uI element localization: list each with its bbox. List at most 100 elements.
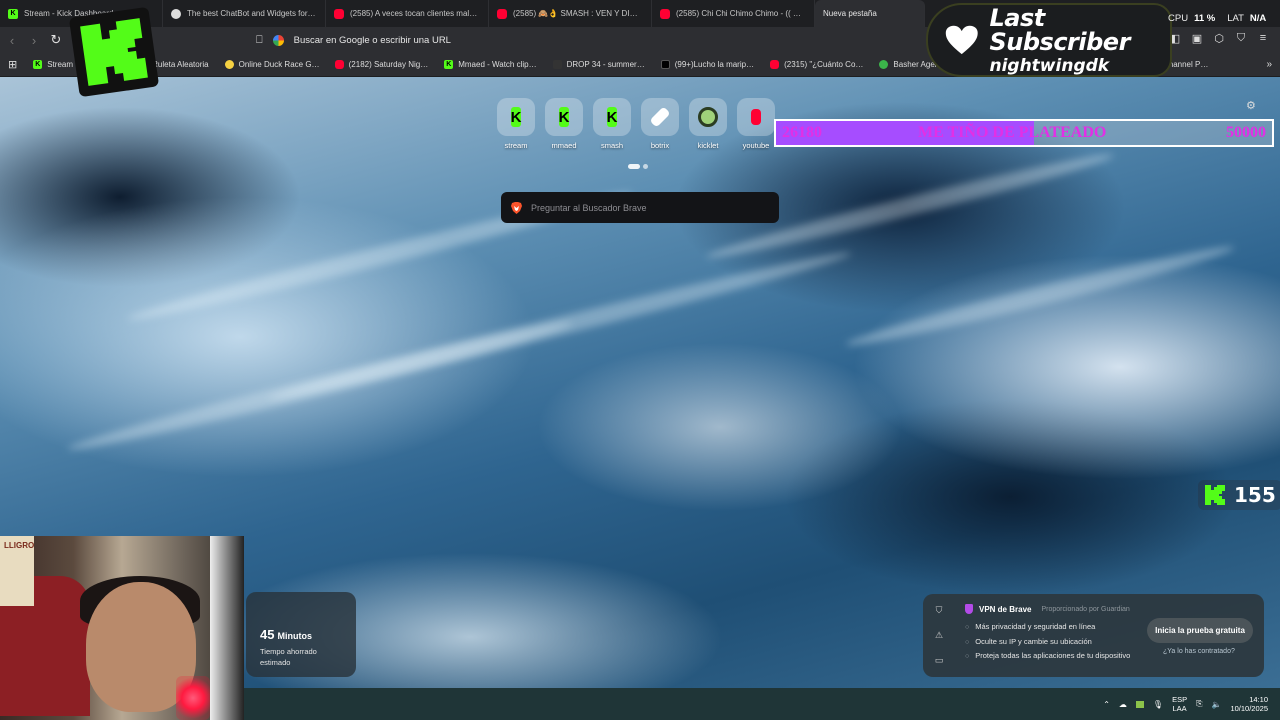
heart-icon bbox=[945, 25, 978, 55]
system-stats: CPU 11 % LAT N/A bbox=[1168, 8, 1266, 28]
vpn-feature: Más privacidad y seguridad en línea bbox=[965, 620, 1130, 635]
kick-icon: K bbox=[606, 107, 618, 127]
shortcut-label: botrix bbox=[650, 141, 670, 150]
more-bookmarks-icon[interactable]: » bbox=[1258, 59, 1280, 70]
kicklet-icon bbox=[698, 107, 718, 127]
shortcut-label: kicklet bbox=[697, 141, 719, 150]
card-icon[interactable]: ▭ bbox=[935, 655, 944, 666]
bookmark-item[interactable]: K Mmaed - Watch clip… bbox=[436, 60, 544, 69]
address-bar-placeholder: Buscar en Google o escribir una URL bbox=[293, 34, 451, 46]
vpn-feature: Proteja todas las aplicaciones de tu dis… bbox=[965, 649, 1130, 664]
shortcut-botrix[interactable]: botrix bbox=[640, 98, 680, 150]
language-indicator[interactable]: ESP LAA bbox=[1172, 695, 1187, 714]
language-code: ESP bbox=[1172, 694, 1188, 704]
shortcut-label: mmaed bbox=[551, 141, 577, 150]
shortcut-label: smash bbox=[600, 141, 624, 150]
tab-label: (2585) 🙈👌 SMASH : VEN Y DIMELO bbox=[513, 9, 643, 18]
shortcut-mmaed[interactable]: K mmaed bbox=[544, 98, 584, 150]
reload-button[interactable]: ↻ bbox=[46, 30, 66, 50]
last-subscriber-title: Last Subscriber bbox=[989, 3, 1130, 56]
top-sites: K stream K mmaed K smash botrix kicklet … bbox=[496, 98, 776, 150]
basher-icon bbox=[879, 60, 889, 69]
start-trial-button[interactable]: Inicia la prueba gratuita bbox=[1147, 618, 1253, 643]
bookmark-icon[interactable]: ⎕ bbox=[256, 34, 263, 47]
menu-icon[interactable]: ≡ bbox=[1256, 32, 1270, 45]
time-saved-description: Tiempo ahorrado estimado bbox=[260, 647, 317, 667]
shortcut-kicklet[interactable]: kicklet bbox=[688, 98, 728, 150]
tab-youtube-2[interactable]: (2585) 🙈👌 SMASH : VEN Y DIMELO bbox=[489, 0, 652, 27]
kick-logo-overlay bbox=[69, 7, 159, 97]
bookmark-label: Online Duck Race G… bbox=[238, 60, 320, 69]
back-button[interactable]: ‹ bbox=[2, 30, 22, 50]
onedrive-icon[interactable]: ☁ bbox=[1119, 700, 1127, 709]
volume-icon[interactable]: 🔈 bbox=[1211, 700, 1221, 709]
youtube-icon bbox=[334, 8, 344, 19]
lat-value: N/A bbox=[1249, 12, 1267, 24]
bookmark-label: (2315) "¿Cuánto Co… bbox=[784, 60, 864, 69]
shortcut-stream[interactable]: K stream bbox=[496, 98, 536, 150]
botrix-icon bbox=[649, 106, 671, 128]
bookmark-label: Mmaed - Watch clip… bbox=[458, 60, 537, 69]
drop-icon bbox=[552, 60, 562, 69]
bookmark-item[interactable]: Online Duck Race G… bbox=[217, 60, 327, 69]
shortcut-youtube[interactable]: youtube bbox=[736, 98, 776, 150]
microphone-icon[interactable]: 🎙 bbox=[1153, 700, 1163, 709]
last-subscriber-name: nightwingdk bbox=[989, 55, 1110, 76]
vpn-title: VPN de Brave bbox=[979, 604, 1032, 614]
goal-current: 26180 bbox=[782, 124, 822, 141]
tab-youtube-1[interactable]: (2585) A veces tocan clientes mala o… bbox=[326, 0, 489, 27]
shortcut-label: stream bbox=[504, 141, 528, 150]
kick-icon: K bbox=[33, 60, 43, 69]
kick-icon bbox=[1205, 485, 1225, 505]
youtube-icon bbox=[660, 8, 670, 19]
forward-button[interactable]: › bbox=[24, 30, 44, 50]
bookmark-item[interactable]: (99+)Lucho la marip… bbox=[653, 60, 762, 69]
kick-icon: K bbox=[8, 8, 18, 19]
bookmark-item[interactable]: (2182) Saturday Nig… bbox=[327, 60, 437, 69]
top-sites-pager[interactable] bbox=[628, 164, 648, 169]
shortcut-smash[interactable]: K smash bbox=[592, 98, 632, 150]
warning-icon[interactable]: ⚠ bbox=[935, 630, 943, 641]
tab-label: (2585) Chi Chi Chimo Chimo - (( Mit… bbox=[676, 9, 806, 18]
bookmark-label: Stream bbox=[47, 60, 74, 69]
app-tray-icon[interactable] bbox=[1135, 700, 1144, 708]
shield-icon[interactable]: ⛉ bbox=[1234, 32, 1248, 45]
tab-youtube-3[interactable]: (2585) Chi Chi Chimo Chimo - (( Mit… bbox=[652, 0, 815, 27]
bookmark-label: (99+)Lucho la marip… bbox=[674, 60, 755, 69]
tab-new-tab[interactable]: Nueva pestaña bbox=[815, 0, 925, 27]
system-tray: ⌃ ☁ 🎙 ESP LAA ⎘ 🔈 14:10 10/10/2025 bbox=[1103, 688, 1268, 720]
windows-taskbar: ⌃ ☁ 🎙 ESP LAA ⎘ 🔈 14:10 10/10/2025 bbox=[244, 688, 1280, 720]
cpu-label: CPU bbox=[1168, 12, 1189, 24]
clock-time: 14:10 bbox=[1249, 694, 1268, 704]
vpn-icon[interactable]: ⬡ bbox=[1212, 32, 1226, 45]
toolbar-actions: ◧ ▣ ⬡ ⛉ ≡ bbox=[1168, 32, 1270, 45]
kick-follower-counter: 155 bbox=[1198, 480, 1280, 510]
tiktok-icon bbox=[660, 60, 670, 69]
address-bar[interactable]: ⎕ Buscar en Google o escribir una URL bbox=[256, 30, 956, 50]
apps-icon[interactable]: ⊞ bbox=[0, 58, 25, 71]
chevron-up-icon[interactable]: ⌃ bbox=[1103, 700, 1110, 709]
wallet-icon[interactable]: ▣ bbox=[1190, 32, 1204, 45]
kick-counter-value: 155 bbox=[1234, 483, 1276, 507]
goal-title: ME TIÑO DE PLATEADO bbox=[918, 124, 1107, 141]
lat-label: LAT bbox=[1227, 12, 1244, 24]
customize-gear-icon[interactable]: ⚙ bbox=[1246, 99, 1256, 112]
google-icon bbox=[272, 34, 284, 46]
webcam-overlay: LLIGRO bbox=[0, 536, 244, 720]
tab-label: The best ChatBot and Widgets for Ki… bbox=[187, 9, 317, 18]
vpn-feature-list: Más privacidad y seguridad en línea Ocul… bbox=[965, 620, 1130, 664]
vpn-promo-card: ⛉ ⚠ ▭ VPN de Brave Proporcionado por Gua… bbox=[923, 594, 1264, 677]
bookmark-label: (2182) Saturday Nig… bbox=[348, 60, 429, 69]
already-subscribed-link[interactable]: ¿Ya lo has contratado? bbox=[1163, 648, 1235, 655]
tab-label: Nueva pestaña bbox=[823, 9, 877, 18]
goal-target: 50000 bbox=[1226, 124, 1266, 141]
bookmark-item[interactable]: DROP 34 - summer… bbox=[545, 60, 653, 69]
tab-botrix[interactable]: The best ChatBot and Widgets for Ki… bbox=[163, 0, 326, 27]
clock-date: 10/10/2025 bbox=[1230, 704, 1268, 713]
clock[interactable]: 14:10 10/10/2025 bbox=[1230, 695, 1268, 714]
bookmark-item[interactable]: (2315) "¿Cuánto Co… bbox=[762, 60, 871, 69]
shield-icon[interactable]: ⛉ bbox=[936, 605, 943, 616]
time-saved-value: 45 bbox=[260, 627, 275, 642]
brave-search-box[interactable]: Preguntar al Buscador Brave bbox=[501, 192, 779, 223]
network-icon[interactable]: ⎘ bbox=[1196, 699, 1202, 709]
